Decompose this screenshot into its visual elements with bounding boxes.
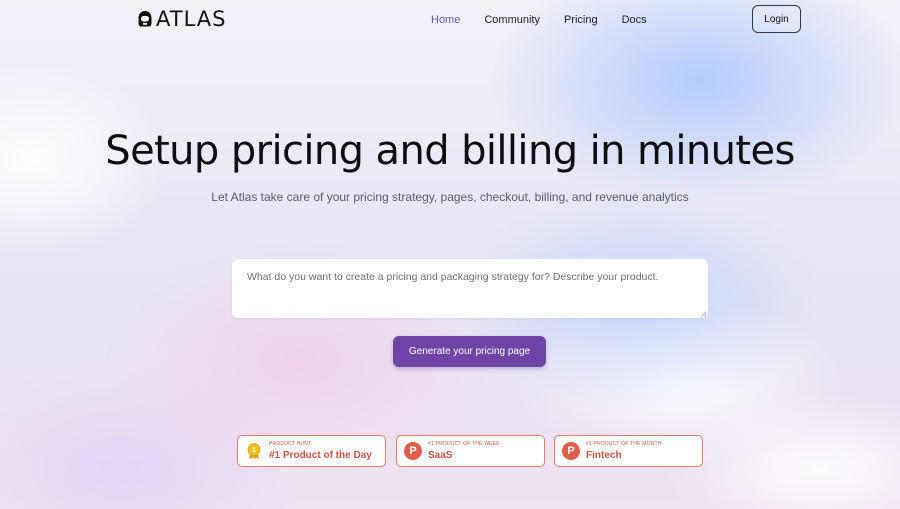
top-nav: ATLAS Home Community Pricing Docs Login [0, 0, 900, 40]
badge-title: #1 Product of the Day [269, 449, 372, 461]
landing-page: ATLAS Home Community Pricing Docs Login … [0, 0, 900, 509]
product-hunt-icon: P [562, 442, 580, 460]
svg-text:1: 1 [252, 447, 256, 454]
badge-kicker: PRODUCT HUNT [269, 440, 312, 447]
product-description-input[interactable] [232, 259, 708, 318]
badge-product-of-the-day[interactable]: 1 PRODUCT HUNT #1 Product of the Day [237, 435, 386, 467]
nav-link-home[interactable]: Home [431, 13, 460, 27]
main-menu: Home Community Pricing Docs [431, 13, 647, 27]
badge-product-of-the-month[interactable]: P #1 PRODUCT OF THE MONTH Fintech [554, 435, 703, 467]
gold-medal-icon: 1 [247, 443, 261, 460]
astronaut-helmet-icon [138, 11, 152, 27]
generate-pricing-page-button[interactable]: Generate your pricing page [393, 336, 546, 367]
nav-link-pricing[interactable]: Pricing [564, 13, 598, 27]
nav-link-community[interactable]: Community [484, 13, 540, 27]
badge-kicker: #1 PRODUCT OF THE MONTH [586, 440, 662, 447]
badge-product-of-the-week[interactable]: P #1 PRODUCT OF THE WEEK SaaS [396, 435, 545, 467]
brand-logo[interactable]: ATLAS [137, 7, 227, 31]
product-hunt-icon: P [404, 442, 422, 460]
login-button[interactable]: Login [752, 5, 801, 33]
badge-title: SaaS [428, 449, 453, 461]
resize-grip-icon[interactable] [701, 311, 707, 317]
nav-link-docs[interactable]: Docs [622, 13, 647, 27]
brand-name: ATLAS [156, 7, 227, 31]
badge-kicker: #1 PRODUCT OF THE WEEK [428, 440, 500, 447]
hero-subtitle: Let Atlas take care of your pricing stra… [211, 190, 689, 204]
badge-title: Fintech [586, 449, 622, 461]
hero-title: Setup pricing and billing in minutes [105, 128, 795, 174]
